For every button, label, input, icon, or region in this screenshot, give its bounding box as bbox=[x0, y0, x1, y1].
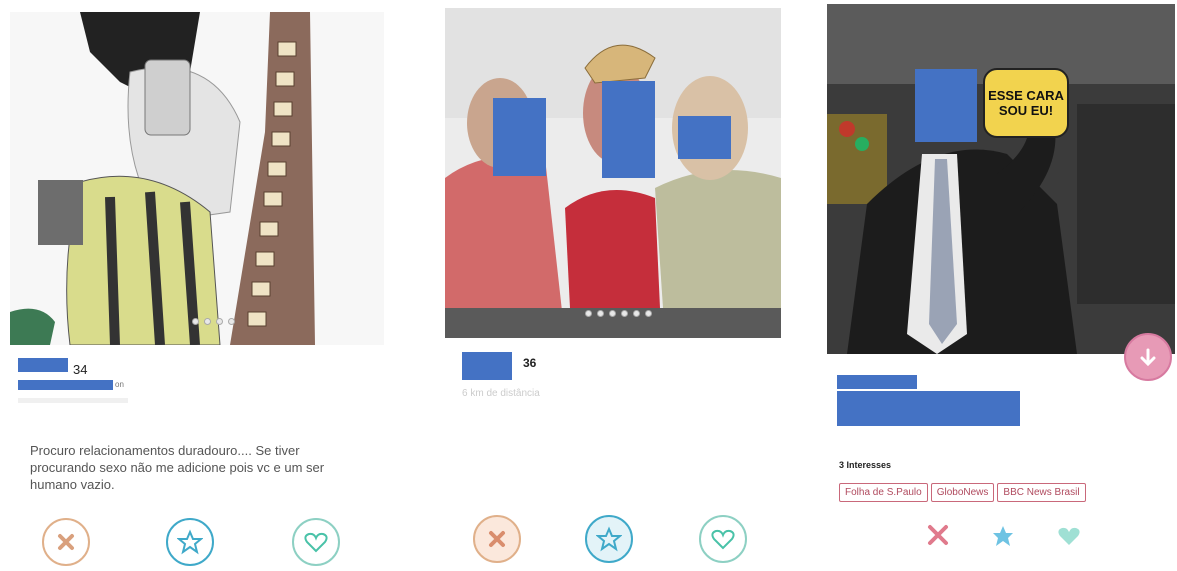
photo-1-illustration bbox=[10, 12, 384, 345]
photo-3-illustration bbox=[827, 4, 1175, 354]
dislike-button[interactable] bbox=[42, 518, 90, 566]
info-redaction bbox=[837, 391, 1020, 426]
star-icon bbox=[596, 526, 622, 552]
photo-pagination-dots[interactable] bbox=[585, 310, 652, 317]
interest-chip[interactable]: BBC News Brasil bbox=[997, 483, 1086, 502]
dislike-button[interactable] bbox=[925, 522, 951, 548]
dislike-button[interactable] bbox=[473, 515, 521, 563]
pagination-dot[interactable] bbox=[609, 310, 616, 317]
pagination-dot[interactable] bbox=[192, 318, 199, 325]
heart-icon bbox=[304, 532, 328, 553]
interests-title: 3 Interesses bbox=[839, 460, 892, 470]
profile-bio: Procuro relacionamentos duradouro.... Se… bbox=[30, 443, 325, 492]
name-redaction bbox=[837, 375, 917, 389]
profile-card-1: 34 on Procuro relacionamentos duradouro.… bbox=[0, 0, 390, 571]
heart-icon bbox=[711, 529, 735, 550]
like-button[interactable] bbox=[1057, 524, 1081, 548]
face-redaction-middle bbox=[602, 81, 655, 178]
arrow-down-icon bbox=[1140, 348, 1156, 367]
pagination-dot[interactable] bbox=[597, 310, 604, 317]
pagination-dot[interactable] bbox=[204, 318, 211, 325]
name-redaction bbox=[462, 352, 512, 380]
info-redaction bbox=[18, 380, 113, 390]
face-redaction-right bbox=[678, 116, 731, 159]
face-redaction bbox=[915, 69, 977, 142]
profile-photo-2[interactable] bbox=[445, 8, 781, 338]
like-button[interactable] bbox=[699, 515, 747, 563]
profile-age: 34 bbox=[73, 362, 88, 377]
heart-icon bbox=[1058, 527, 1080, 545]
truncated-info: on bbox=[115, 380, 124, 389]
photo-pagination-dots[interactable] bbox=[192, 318, 235, 325]
speech-bubble-sign: ESSE CARA SOU EU! bbox=[983, 68, 1069, 138]
faded-line bbox=[18, 398, 128, 403]
interest-chip[interactable]: GloboNews bbox=[930, 483, 995, 502]
profile-card-2: 36 6 km de distância bbox=[390, 0, 785, 571]
superlike-button[interactable] bbox=[585, 515, 633, 563]
pagination-dot[interactable] bbox=[633, 310, 640, 317]
face-redaction-left bbox=[493, 98, 546, 176]
profile-distance: 6 km de distância bbox=[462, 388, 540, 399]
sign-text: ESSE CARA SOU EU! bbox=[988, 88, 1064, 118]
star-icon bbox=[177, 529, 203, 555]
pagination-dot[interactable] bbox=[228, 318, 235, 325]
profile-photo-3[interactable]: ESSE CARA SOU EU! bbox=[827, 4, 1175, 354]
close-icon bbox=[489, 531, 505, 547]
star-icon bbox=[993, 526, 1013, 546]
like-button[interactable] bbox=[292, 518, 340, 566]
profile-card-3: ESSE CARA SOU EU! 3 Interesses Folha de … bbox=[785, 0, 1177, 571]
pagination-dot[interactable] bbox=[645, 310, 652, 317]
scroll-down-button[interactable] bbox=[1124, 333, 1172, 381]
interests-list: Folha de S.Paulo GloboNews BBC News Brasil bbox=[839, 482, 1089, 502]
pagination-dot[interactable] bbox=[621, 310, 628, 317]
interest-chip[interactable]: Folha de S.Paulo bbox=[839, 483, 928, 502]
profile-photo-1[interactable] bbox=[10, 12, 384, 345]
pagination-dot[interactable] bbox=[585, 310, 592, 317]
superlike-button[interactable] bbox=[166, 518, 214, 566]
pagination-dot[interactable] bbox=[216, 318, 223, 325]
close-icon bbox=[928, 525, 948, 545]
close-icon bbox=[58, 534, 74, 550]
profile-age: 36 bbox=[523, 356, 537, 370]
superlike-button[interactable] bbox=[991, 524, 1015, 548]
name-redaction bbox=[18, 358, 68, 372]
